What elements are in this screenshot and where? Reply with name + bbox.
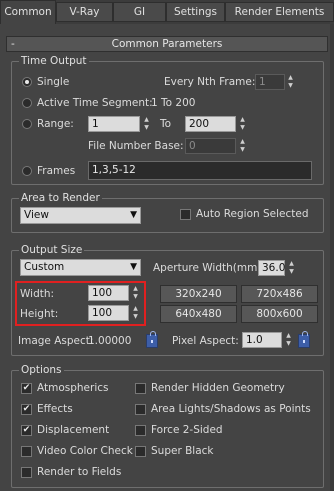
frames-label: Frames — [37, 165, 76, 177]
spin-down-icon[interactable]: ▼ — [238, 146, 247, 154]
video-color-check-checkbox[interactable] — [21, 446, 32, 457]
tab-common[interactable]: Common — [0, 0, 56, 24]
tab-settings[interactable]: Settings — [166, 2, 225, 22]
tab-vray[interactable]: V-Ray — [56, 2, 113, 22]
single-label: Single — [37, 76, 70, 88]
active-time-segment-radio[interactable] — [22, 98, 32, 108]
super-black-label: Super Black — [151, 445, 214, 457]
tab-render-elements[interactable]: Render Elements — [225, 2, 334, 22]
area-to-render-value: View — [24, 209, 49, 221]
pixel-aspect-label: Pixel Aspect: — [172, 335, 239, 347]
render-to-fields-label: Render to Fields — [37, 466, 122, 478]
chevron-down-icon[interactable]: ▼ — [130, 260, 137, 275]
super-black-checkbox[interactable] — [135, 446, 146, 457]
preset-800x600-button[interactable]: 800x600 — [241, 305, 318, 323]
active-time-segment-value: 1 To 200 — [151, 97, 196, 109]
area-lights-shadows-checkbox[interactable] — [135, 404, 146, 415]
rollout-title: Common Parameters — [111, 38, 223, 50]
options-label: Options — [19, 364, 64, 376]
frames-radio[interactable] — [22, 166, 32, 176]
area-to-render-dropdown[interactable]: View ▼ — [20, 207, 141, 224]
spin-down-icon[interactable]: ▼ — [142, 124, 151, 132]
force-2-sided-label: Force 2-Sided — [151, 424, 223, 436]
spin-up-icon[interactable]: ▲ — [238, 116, 247, 124]
image-aspect-value: 1.00000 — [88, 335, 132, 347]
spin-down-icon[interactable]: ▼ — [284, 340, 293, 348]
file-number-base-input[interactable]: 0 — [185, 138, 236, 154]
output-size-value: Custom — [24, 261, 65, 273]
spin-down-icon[interactable]: ▼ — [238, 124, 247, 132]
render-hidden-geometry-checkbox[interactable] — [135, 383, 146, 394]
time-output-label: Time Output — [19, 55, 89, 67]
spin-up-icon[interactable]: ▲ — [287, 260, 296, 268]
pixel-aspect-spinner[interactable]: ▲ ▼ — [284, 332, 293, 348]
render-hidden-geometry-label: Render Hidden Geometry — [151, 382, 285, 394]
aperture-width-spinner[interactable]: ▲ ▼ — [287, 260, 296, 276]
every-nth-frame-spinner[interactable]: ▲ ▼ — [286, 74, 295, 90]
every-nth-frame-label: Every Nth Frame: — [164, 76, 256, 88]
spin-down-icon[interactable]: ▼ — [287, 268, 296, 276]
force-2-sided-checkbox[interactable] — [135, 425, 146, 436]
pixel-aspect-input[interactable]: 1.0 — [242, 332, 282, 348]
range-end-input[interactable]: 200 — [185, 116, 236, 132]
auto-region-checkbox[interactable] — [180, 209, 191, 220]
range-start-spinner[interactable]: ▲ ▼ — [142, 116, 151, 132]
common-parameters-rollout[interactable]: - Common Parameters — [6, 36, 328, 52]
lock-icon[interactable] — [146, 331, 158, 348]
spin-up-icon[interactable]: ▲ — [286, 74, 295, 82]
single-radio[interactable] — [22, 77, 32, 87]
pixel-aspect-lock-icon[interactable] — [298, 331, 310, 348]
range-radio[interactable] — [22, 119, 32, 129]
every-nth-frame-input[interactable]: 1 — [255, 74, 285, 90]
spin-up-icon[interactable]: ▲ — [238, 138, 247, 146]
tab-bar: Common V-Ray GI Settings Render Elements — [0, 0, 334, 24]
scrollbar[interactable] — [330, 24, 334, 491]
range-to-label: To — [160, 118, 172, 130]
file-number-base-spinner[interactable]: ▲ ▼ — [238, 138, 247, 154]
effects-label: Effects — [37, 403, 73, 415]
preset-640x480-button[interactable]: 640x480 — [160, 305, 237, 323]
range-start-input[interactable]: 1 — [88, 116, 140, 132]
chevron-down-icon[interactable]: ▼ — [130, 208, 137, 223]
spin-up-icon[interactable]: ▲ — [142, 116, 151, 124]
range-end-spinner[interactable]: ▲ ▼ — [238, 116, 247, 132]
atmospherics-label: Atmospherics — [37, 382, 109, 394]
effects-checkbox[interactable]: ✔ — [21, 404, 32, 415]
spin-down-icon[interactable]: ▼ — [286, 82, 295, 90]
spin-up-icon[interactable]: ▲ — [284, 332, 293, 340]
frames-input[interactable]: 1,3,5-12 — [88, 161, 312, 180]
active-time-segment-label: Active Time Segment: — [37, 97, 153, 109]
video-color-check-label: Video Color Check — [37, 445, 133, 457]
area-to-render-label: Area to Render — [19, 192, 102, 204]
displacement-label: Displacement — [37, 424, 110, 436]
aperture-width-input[interactable]: 36.0 — [258, 260, 285, 276]
auto-region-label: Auto Region Selected — [196, 208, 309, 220]
aperture-width-label: Aperture Width(mm): — [153, 262, 265, 274]
displacement-checkbox[interactable]: ✔ — [21, 425, 32, 436]
file-number-base-label: File Number Base: — [88, 140, 184, 152]
output-size-dropdown[interactable]: Custom ▼ — [20, 259, 141, 276]
range-label: Range: — [37, 118, 74, 130]
output-size-label: Output Size — [19, 244, 85, 256]
width-height-highlight — [15, 281, 146, 326]
preset-320x240-button[interactable]: 320x240 — [160, 285, 237, 303]
image-aspect-label: Image Aspect: — [18, 335, 94, 347]
area-lights-shadows-label: Area Lights/Shadows as Points — [151, 403, 311, 415]
preset-720x486-button[interactable]: 720x486 — [241, 285, 318, 303]
tab-gi[interactable]: GI — [113, 2, 166, 22]
atmospherics-checkbox[interactable]: ✔ — [21, 383, 32, 394]
render-to-fields-checkbox[interactable] — [21, 467, 32, 478]
